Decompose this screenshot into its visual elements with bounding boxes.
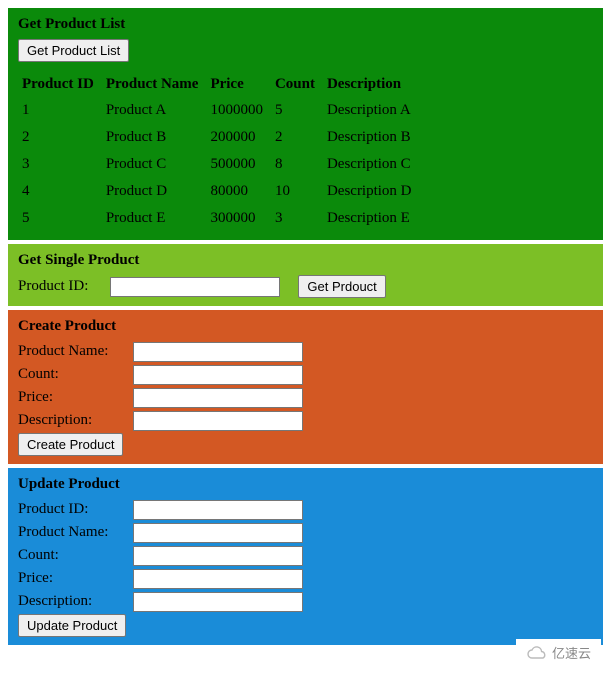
get-product-list-button[interactable]: Get Product List [18, 39, 129, 62]
update-desc-label: Description: [18, 591, 133, 612]
cell-id: 3 [18, 151, 102, 178]
table-row: 2 Product B 200000 2 Description B [18, 124, 420, 151]
cell-count: 3 [271, 205, 323, 232]
cell-price: 1000000 [206, 97, 271, 124]
create-product-button[interactable]: Create Product [18, 433, 123, 456]
single-id-label: Product ID: [18, 278, 88, 295]
create-desc-label: Description: [18, 410, 133, 431]
cell-name: Product C [102, 151, 207, 178]
header-price: Price [206, 72, 271, 97]
single-id-input[interactable] [110, 277, 280, 297]
cell-name: Product E [102, 205, 207, 232]
cell-desc: Description D [323, 178, 420, 205]
table-row: 1 Product A 1000000 5 Description A [18, 97, 420, 124]
update-name-label: Product Name: [18, 522, 133, 543]
update-price-input[interactable] [133, 569, 303, 589]
create-name-input[interactable] [133, 342, 303, 362]
header-count: Count [271, 72, 323, 97]
get-product-button[interactable]: Get Prdouct [298, 275, 385, 298]
cell-price: 80000 [206, 178, 271, 205]
cell-price: 300000 [206, 205, 271, 232]
table-row: 4 Product D 80000 10 Description D [18, 178, 420, 205]
cell-count: 5 [271, 97, 323, 124]
create-count-input[interactable] [133, 365, 303, 385]
header-id: Product ID [18, 72, 102, 97]
single-product-panel: Get Single Product Product ID: Get Prdou… [8, 244, 603, 306]
table-row: 3 Product C 500000 8 Description C [18, 151, 420, 178]
table-row: 5 Product E 300000 3 Description E [18, 205, 420, 232]
update-product-title: Update Product [18, 476, 593, 493]
cell-count: 8 [271, 151, 323, 178]
cell-desc: Description E [323, 205, 420, 232]
cell-name: Product A [102, 97, 207, 124]
update-count-input[interactable] [133, 546, 303, 566]
cell-price: 500000 [206, 151, 271, 178]
single-product-title: Get Single Product [18, 252, 593, 269]
cell-desc: Description B [323, 124, 420, 151]
product-table: Product ID Product Name Price Count Desc… [18, 72, 420, 232]
update-id-label: Product ID: [18, 499, 133, 520]
cell-name: Product B [102, 124, 207, 151]
cell-name: Product D [102, 178, 207, 205]
create-product-title: Create Product [18, 318, 593, 335]
create-price-label: Price: [18, 387, 133, 408]
create-desc-input[interactable] [133, 411, 303, 431]
update-product-button[interactable]: Update Product [18, 614, 126, 637]
create-product-panel: Create Product Product Name: Count: Pric… [8, 310, 603, 464]
update-price-label: Price: [18, 568, 133, 589]
table-header-row: Product ID Product Name Price Count Desc… [18, 72, 420, 97]
cell-count: 10 [271, 178, 323, 205]
product-list-panel: Get Product List Get Product List Produc… [8, 8, 603, 240]
cell-id: 4 [18, 178, 102, 205]
cell-id: 5 [18, 205, 102, 232]
cell-id: 2 [18, 124, 102, 151]
update-count-label: Count: [18, 545, 133, 566]
watermark-text: 亿速云 [552, 643, 591, 662]
cloud-icon [526, 646, 548, 660]
create-name-label: Product Name: [18, 341, 133, 362]
cell-id: 1 [18, 97, 102, 124]
cell-desc: Description C [323, 151, 420, 178]
header-desc: Description [323, 72, 420, 97]
update-product-panel: Update Product Product ID: Product Name:… [8, 468, 603, 645]
update-desc-input[interactable] [133, 592, 303, 612]
create-price-input[interactable] [133, 388, 303, 408]
update-id-input[interactable] [133, 500, 303, 520]
cell-count: 2 [271, 124, 323, 151]
update-name-input[interactable] [133, 523, 303, 543]
cell-price: 200000 [206, 124, 271, 151]
cell-desc: Description A [323, 97, 420, 124]
watermark: 亿速云 [516, 639, 601, 666]
create-count-label: Count: [18, 364, 133, 385]
header-name: Product Name [102, 72, 207, 97]
product-list-title: Get Product List [18, 16, 593, 33]
